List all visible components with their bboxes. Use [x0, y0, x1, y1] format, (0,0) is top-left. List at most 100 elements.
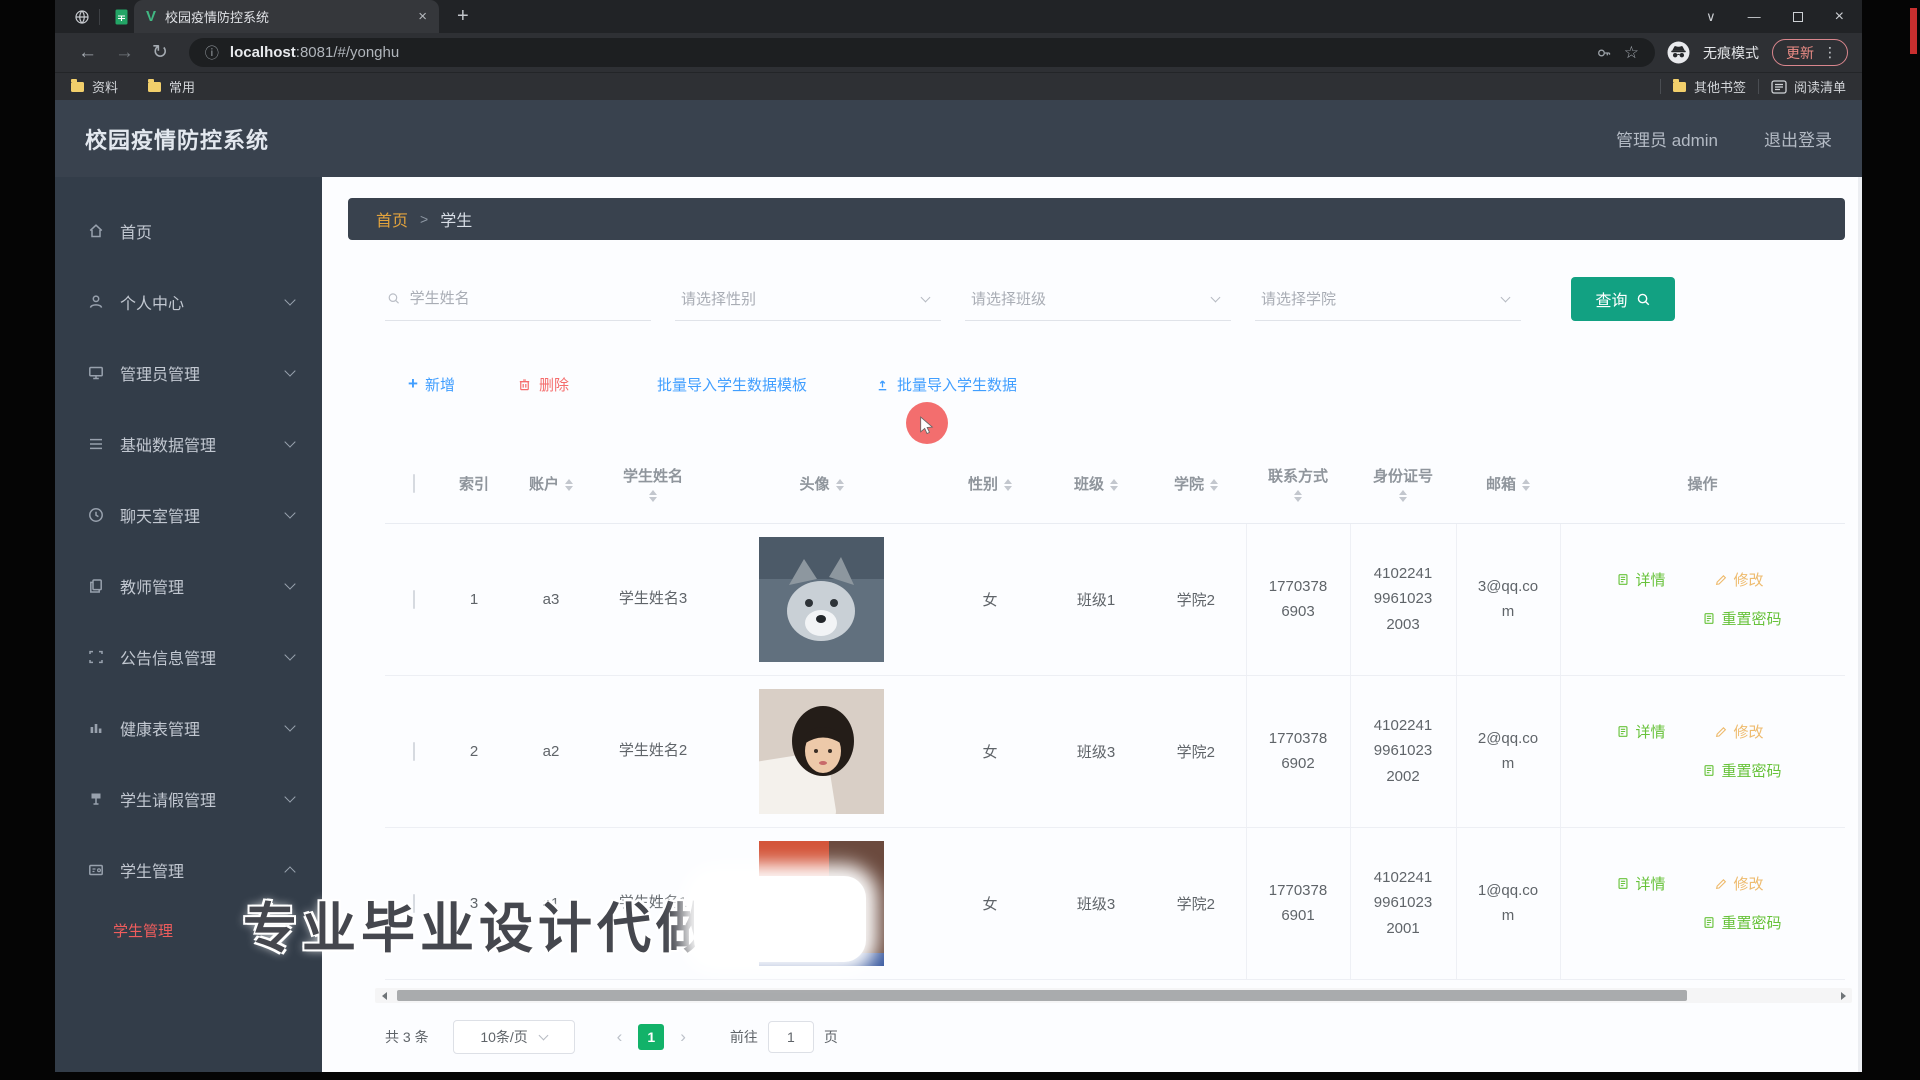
col-class[interactable]: 班级 [1046, 445, 1146, 523]
sidebar-item-label: 基础数据管理 [120, 432, 216, 456]
woman-portrait-photo [759, 689, 884, 814]
cell-gender: 女 [934, 827, 1046, 979]
sort-carets-icon[interactable] [1210, 479, 1218, 491]
sidebar-item-chatroom[interactable]: 聊天室管理 [55, 479, 322, 550]
reset-password-button[interactable]: 重置密码 [1702, 760, 1782, 781]
address-bar[interactable]: ⓘ localhost :8081/#/yonghu ☆ [189, 38, 1655, 67]
gender-select[interactable]: 请选择性别 [675, 277, 941, 321]
col-idcard[interactable]: 身份证号 [1350, 445, 1456, 523]
active-tab[interactable]: V 校园疫情防控系统 × [134, 0, 439, 33]
bookmark-folder-ziliao[interactable]: 资料 [71, 77, 118, 96]
scroll-left-icon[interactable] [376, 988, 392, 1003]
minimize-button[interactable]: — [1748, 9, 1761, 24]
table-horizontal-scrollbar[interactable] [375, 988, 1852, 1003]
browser-tab-bar: V 校园疫情防控系统 × + ∨ — × [55, 0, 1862, 33]
student-name-search[interactable] [385, 277, 651, 321]
next-page-button[interactable]: › [680, 1027, 686, 1047]
class-select[interactable]: 请选择班级 [965, 277, 1231, 321]
import-data-link[interactable]: 批量导入学生数据 [875, 374, 1017, 395]
scrollbar-thumb[interactable] [397, 990, 1687, 1001]
reset-password-button[interactable]: 重置密码 [1702, 608, 1782, 629]
edit-button[interactable]: 修改 [1714, 721, 1764, 742]
detail-button[interactable]: 详情 [1616, 873, 1666, 894]
sidebar-item-label: 健康表管理 [120, 716, 200, 740]
table-actions-row: + 新增 删除 批量导入学生数据模板 [408, 367, 1017, 401]
col-gender[interactable]: 性别 [934, 445, 1046, 523]
sidebar-item-basic-data[interactable]: 基础数据管理 [55, 408, 322, 479]
row-checkbox[interactable] [413, 590, 415, 609]
forward-icon[interactable]: → [115, 42, 134, 64]
incognito-label: 无痕模式 [1703, 43, 1759, 63]
college-select[interactable]: 请选择学院 [1255, 277, 1521, 321]
sort-carets-icon[interactable] [1294, 490, 1302, 502]
query-button[interactable]: 查询 [1571, 277, 1675, 321]
page-size-value: 10条/页 [480, 1027, 527, 1047]
reading-list-icon [1771, 80, 1787, 94]
sort-carets-icon[interactable] [1004, 479, 1012, 491]
new-tab-button[interactable]: + [457, 5, 469, 28]
current-page-button[interactable]: 1 [638, 1024, 664, 1050]
col-avatar[interactable]: 头像 [709, 445, 934, 523]
col-account[interactable]: 账户 [505, 445, 597, 523]
close-window-button[interactable]: × [1835, 8, 1844, 26]
sort-carets-icon[interactable] [1110, 479, 1118, 491]
folder-icon [148, 82, 161, 92]
bookmark-folder-changyong[interactable]: 常用 [148, 77, 195, 96]
prev-page-button[interactable]: ‹ [617, 1027, 623, 1047]
cell-operations: 详情 修改 [1560, 523, 1845, 675]
restore-button[interactable] [1793, 12, 1803, 22]
sort-carets-icon[interactable] [649, 490, 657, 502]
goto-page-input[interactable] [768, 1021, 814, 1053]
back-icon[interactable]: ← [78, 42, 97, 64]
pinned-tab-globe[interactable] [73, 8, 90, 25]
sort-carets-icon[interactable] [1522, 479, 1530, 491]
sort-carets-icon[interactable] [1399, 490, 1407, 502]
bookmark-star-icon[interactable]: ☆ [1624, 43, 1639, 63]
row-checkbox[interactable] [413, 742, 415, 761]
cell-email: 2@qq.com [1456, 675, 1560, 827]
site-info-icon[interactable]: ⓘ [205, 43, 219, 63]
col-phone[interactable]: 联系方式 [1246, 445, 1350, 523]
sidebar-item-profile[interactable]: 个人中心 [55, 266, 322, 337]
edit-button[interactable]: 修改 [1714, 873, 1764, 894]
edit-button[interactable]: 修改 [1714, 569, 1764, 590]
delete-button[interactable]: 删除 [517, 374, 569, 395]
tab-search-icon[interactable]: ∨ [1706, 9, 1716, 25]
reset-password-button[interactable]: 重置密码 [1702, 912, 1782, 933]
sidebar-item-health-table[interactable]: 健康表管理 [55, 692, 322, 763]
sidebar-item-announcement[interactable]: 公告信息管理 [55, 621, 322, 692]
col-college[interactable]: 学院 [1146, 445, 1246, 523]
reading-list[interactable]: 阅读清单 [1771, 77, 1846, 96]
col-name[interactable]: 学生姓名 [597, 445, 709, 523]
row-select-cell [385, 675, 443, 827]
student-name-input[interactable] [410, 290, 651, 307]
scroll-right-icon[interactable] [1835, 988, 1851, 1003]
logout-link[interactable]: 退出登录 [1764, 126, 1832, 151]
add-button[interactable]: + 新增 [408, 374, 455, 395]
cell-operations: 详情 修改 [1560, 827, 1845, 979]
sort-carets-icon[interactable] [836, 479, 844, 491]
page-scrollbar[interactable] [1858, 177, 1862, 1072]
breadcrumb-home-link[interactable]: 首页 [376, 207, 408, 231]
select-all-checkbox[interactable] [413, 474, 415, 493]
page-size-select[interactable]: 10条/页 [453, 1020, 575, 1054]
col-email[interactable]: 邮箱 [1456, 445, 1560, 523]
detail-button[interactable]: 详情 [1616, 569, 1666, 590]
reload-icon[interactable]: ↻ [152, 41, 168, 64]
globe-icon [74, 9, 90, 25]
sidebar-item-teacher-mgmt[interactable]: 教师管理 [55, 550, 322, 621]
tab-close-icon[interactable]: × [418, 8, 427, 25]
sidebar-item-admin-mgmt[interactable]: 管理员管理 [55, 337, 322, 408]
detail-button[interactable]: 详情 [1616, 721, 1666, 742]
sort-carets-icon[interactable] [565, 479, 573, 491]
window-controls: ∨ — × [1706, 0, 1844, 33]
password-key-icon[interactable] [1595, 45, 1612, 61]
other-bookmarks[interactable]: 其他书签 [1673, 77, 1746, 96]
sidebar-item-home[interactable]: 首页 [55, 195, 322, 266]
pinned-tab-sheet[interactable] [113, 8, 130, 25]
sidebar-item-leave-mgmt[interactable]: 学生请假管理 [55, 763, 322, 834]
husky-dog-photo [759, 537, 884, 662]
import-template-link[interactable]: 批量导入学生数据模板 [657, 374, 807, 395]
update-button[interactable]: 更新 ⋮ [1772, 39, 1848, 66]
menu-kebab-icon[interactable]: ⋮ [1823, 44, 1837, 61]
